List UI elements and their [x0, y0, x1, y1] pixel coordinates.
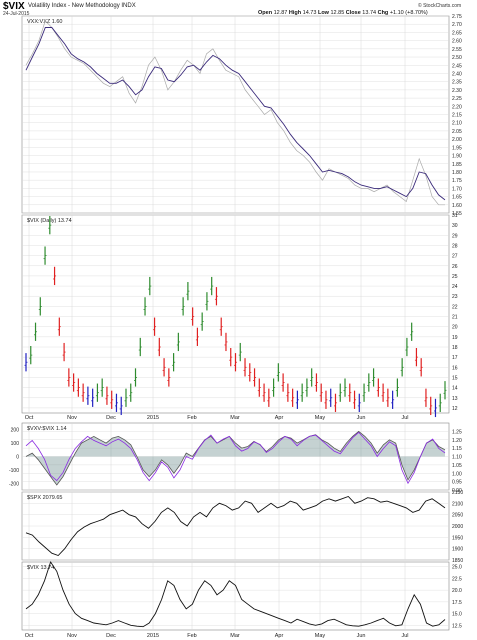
panel-legend: $SPX 2079.65	[27, 495, 62, 501]
y-tick-label: 15	[452, 375, 458, 381]
y-tick-label: 2.25	[452, 96, 462, 102]
y-tick-label: 12.5	[452, 623, 462, 629]
x-tick-label-bottom: Dec	[106, 633, 116, 639]
y-tick-label: 1.15	[452, 446, 462, 452]
y-tick-label: 1.85	[452, 162, 462, 168]
panel-legend: $VXV:$VIX 1.14	[27, 426, 67, 432]
y-tick-label: 27	[452, 254, 458, 260]
y-tick-label: 2.05	[452, 129, 462, 135]
y-tick-label: 19	[452, 335, 458, 341]
x-tick-label-mid: Dec	[106, 415, 116, 421]
y-tick-label: 15.0	[452, 612, 462, 618]
y-tick-label: 1.70	[452, 186, 462, 192]
y-tick-label: 2.30	[452, 88, 462, 94]
y-tick-label: 1.05	[452, 463, 462, 469]
y-tick-label: 22.5	[452, 576, 462, 582]
y-tick-label: 25	[452, 274, 458, 280]
cci-tick-label: -200	[9, 481, 19, 487]
y-tick-label: 21	[452, 315, 458, 321]
y-tick-label: 1.90	[452, 154, 462, 160]
y-tick-label: 2.10	[452, 121, 462, 127]
x-tick-label-bottom: May	[315, 633, 326, 639]
y-tick-label: 2.60	[452, 39, 462, 45]
cci-tick-label: 200	[11, 428, 20, 434]
y-tick-label: 2000	[452, 524, 463, 530]
y-tick-label: 1.60	[452, 203, 462, 209]
x-tick-label-mid: Oct	[25, 415, 34, 421]
y-tick-label: 17	[452, 355, 458, 361]
y-tick-label: 13	[452, 396, 458, 402]
y-tick-label: 18	[452, 345, 458, 351]
y-tick-label: 30	[452, 223, 458, 229]
y-tick-label: 2.65	[452, 30, 462, 36]
x-tick-label-bottom: 2015	[147, 633, 159, 639]
y-tick-label: 1.80	[452, 170, 462, 176]
x-tick-label-mid: Apr	[275, 415, 284, 421]
y-tick-label: 1.75	[452, 178, 462, 184]
y-tick-label: 22	[452, 304, 458, 310]
y-tick-label: 24	[452, 284, 458, 290]
x-tick-label-mid: Jun	[357, 415, 366, 421]
y-tick-label: 2.70	[452, 22, 462, 28]
y-tick-label: 28	[452, 243, 458, 249]
x-tick-label-bottom: Nov	[67, 633, 77, 639]
y-tick-label: 20.0	[452, 588, 462, 594]
y-tick-label: 0.95	[452, 480, 462, 486]
y-tick-label: 14	[452, 386, 458, 392]
y-tick-label: 2.75	[452, 14, 462, 20]
panel-legend: $VIX 13.74	[27, 565, 54, 571]
y-tick-label: 1.25	[452, 429, 462, 435]
cci-tick-label: 100	[11, 441, 20, 447]
y-tick-label: 1850	[452, 558, 463, 564]
y-tick-label: 1950	[452, 535, 463, 541]
panel-frame	[21, 214, 450, 414]
x-tick-label-mid: Feb	[187, 415, 196, 421]
y-tick-label: 2.20	[452, 104, 462, 110]
y-tick-label: 1.10	[452, 455, 462, 461]
x-tick-label-bottom: Jul	[401, 633, 408, 639]
x-tick-label-mid: Nov	[67, 415, 77, 421]
y-tick-label: 2.00	[452, 137, 462, 143]
y-tick-label: 29	[452, 233, 458, 239]
x-tick-label-bottom: Apr	[275, 633, 284, 639]
x-tick-label-mid: May	[315, 415, 326, 421]
y-tick-label: 31	[452, 213, 458, 219]
y-tick-label: 16	[452, 365, 458, 371]
y-tick-label: 1.20	[452, 438, 462, 444]
y-tick-label: 2150	[452, 490, 463, 496]
y-tick-label: 2.15	[452, 113, 462, 119]
y-tick-label: 26	[452, 264, 458, 270]
y-tick-label: 2.50	[452, 55, 462, 61]
y-tick-label: 23	[452, 294, 458, 300]
y-tick-label: 2100	[452, 501, 463, 507]
y-tick-label: 1.00	[452, 471, 462, 477]
y-tick-label: 2.55	[452, 47, 462, 53]
x-tick-label-mid: Jul	[401, 415, 408, 421]
y-tick-label: 1.65	[452, 195, 462, 201]
y-tick-label: 1.95	[452, 145, 462, 151]
y-tick-label: 20	[452, 325, 458, 331]
y-tick-label: 1900	[452, 547, 463, 553]
x-tick-label-bottom: Mar	[230, 633, 240, 639]
cci-tick-label: 0	[16, 455, 19, 461]
y-tick-label: 2.35	[452, 80, 462, 86]
y-tick-label: 2050	[452, 513, 463, 519]
x-tick-label-mid: Mar	[230, 415, 240, 421]
x-tick-label-bottom: Feb	[187, 633, 196, 639]
y-tick-label: 12	[452, 406, 458, 412]
y-tick-label: 17.5	[452, 600, 462, 606]
y-tick-label: 2.45	[452, 63, 462, 69]
y-tick-label: 25.0	[452, 565, 462, 571]
y-tick-label: 2.40	[452, 71, 462, 77]
x-tick-label-mid: 2015	[147, 415, 159, 421]
x-tick-label-bottom: Oct	[25, 633, 34, 639]
cci-tick-label: -100	[9, 468, 19, 474]
chart-area: 1.551.601.651.701.751.801.851.901.952.00…	[9, 14, 463, 639]
x-tick-label-bottom: Jun	[357, 633, 366, 639]
